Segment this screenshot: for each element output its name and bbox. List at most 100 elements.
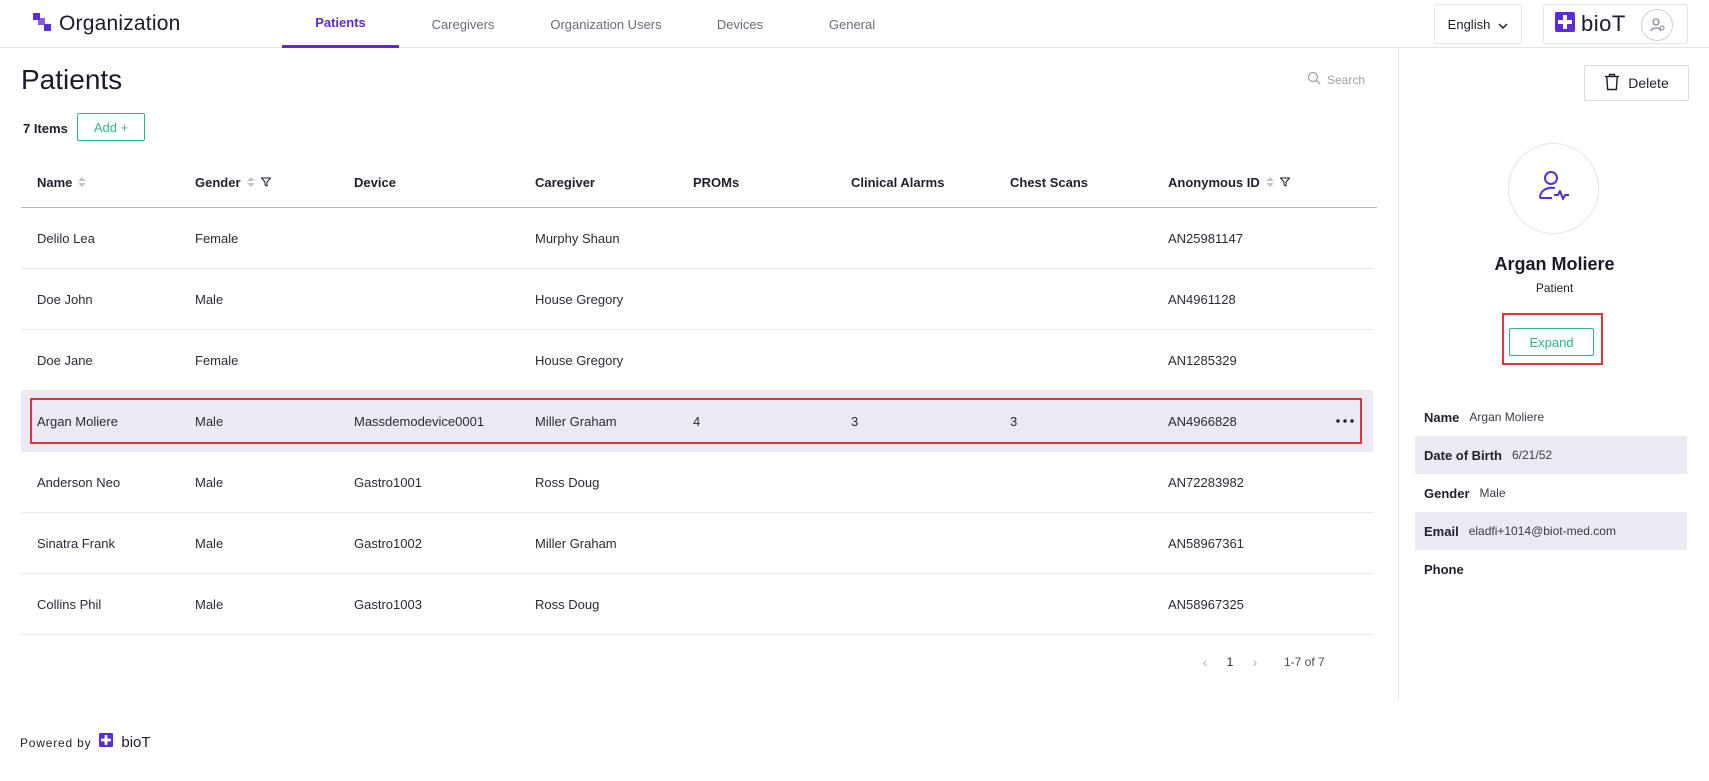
- table-row[interactable]: Doe Jane Female House Gregory AN1285329: [21, 330, 1373, 391]
- detail-label: Name: [1424, 409, 1460, 425]
- cell-caregiver: Ross Doug: [535, 474, 600, 490]
- avatar[interactable]: [1641, 9, 1673, 41]
- cell-anonymous-id: AN58967361: [1168, 535, 1244, 551]
- page-title: Patients: [21, 64, 123, 95]
- cell-name: Doe Jane: [37, 352, 93, 368]
- detail-label: Email: [1424, 523, 1459, 539]
- cell-caregiver: Ross Doug: [535, 596, 600, 612]
- table-row-selected[interactable]: Argan Moliere Male Massdemodevice0001 Mi…: [21, 391, 1373, 452]
- patient-name: Argan Moliere: [1494, 254, 1615, 274]
- column-label: Name: [37, 174, 73, 190]
- cell-anonymous-id: AN58967325: [1168, 596, 1244, 612]
- sort-icon[interactable]: [246, 177, 255, 187]
- patient-avatar: [1508, 143, 1599, 234]
- table-row[interactable]: Delilo Lea Female Murphy Shaun AN2598114…: [21, 208, 1373, 269]
- delete-label: Delete: [1628, 75, 1669, 91]
- tab-caregivers[interactable]: Caregivers: [399, 0, 527, 48]
- detail-value: eladfi+1014@biot-med.com: [1468, 524, 1616, 538]
- footer-logo-text: bioT: [121, 734, 151, 751]
- patient-details: Name Argan Moliere Date of Birth 6/21/52…: [1415, 398, 1687, 588]
- sort-icon[interactable]: [1265, 177, 1274, 187]
- cell-gender: Male: [195, 596, 224, 612]
- cell-caregiver: House Gregory: [535, 352, 624, 368]
- detail-row-phone: Phone: [1415, 550, 1687, 588]
- detail-label: Date of Birth: [1424, 447, 1502, 463]
- column-header-device[interactable]: Device: [354, 156, 396, 208]
- column-header-chest-scans[interactable]: Chest Scans: [1010, 156, 1088, 208]
- detail-row-date-of-birth: Date of Birth 6/21/52: [1415, 436, 1687, 474]
- brand: Organization: [33, 12, 180, 36]
- detail-label: Phone: [1424, 561, 1464, 577]
- patient-role: Patient: [1535, 281, 1574, 295]
- cell-gender: Female: [195, 352, 239, 368]
- main-content: Patients Search 7 Items Add + Name Gende…: [0, 49, 1398, 701]
- cell-anonymous-id: AN1285329: [1168, 352, 1237, 368]
- filter-icon[interactable]: [259, 175, 272, 190]
- user-menu[interactable]: bioT: [1543, 4, 1688, 44]
- biot-logo-icon: [99, 733, 114, 752]
- detail-label: Gender: [1424, 485, 1470, 501]
- table-row[interactable]: Collins Phil Male Gastro1003 Ross Doug A…: [21, 574, 1373, 635]
- table-body: Delilo Lea Female Murphy Shaun AN2598114…: [21, 208, 1377, 635]
- cell-anonymous-id: AN4961128: [1168, 291, 1236, 307]
- cell-clinical-alarms: 3: [851, 413, 859, 429]
- column-header-gender[interactable]: Gender: [195, 156, 272, 208]
- patient-icon: [1536, 168, 1572, 209]
- table-row[interactable]: Anderson Neo Male Gastro1001 Ross Doug A…: [21, 452, 1373, 513]
- tab-organization-users[interactable]: Organization Users: [527, 0, 685, 48]
- column-header-caregiver[interactable]: Caregiver: [535, 156, 595, 208]
- patient-detail-panel: Delete Argan Moliere Patient Expand Name…: [1398, 49, 1709, 701]
- biot-logo-text: bioT: [1581, 11, 1626, 36]
- top-bar: Organization Patients Caregivers Organiz…: [0, 0, 1709, 48]
- column-header-anonymous-id[interactable]: Anonymous ID: [1168, 156, 1291, 208]
- cell-caregiver: Miller Graham: [535, 413, 617, 429]
- cell-chest-scans: 3: [1010, 413, 1018, 429]
- column-header-proms[interactable]: PROMs: [693, 156, 739, 208]
- cell-name: Anderson Neo: [37, 474, 121, 490]
- search-input[interactable]: Search: [1307, 71, 1365, 88]
- page-number[interactable]: 1: [1220, 655, 1240, 669]
- table-row[interactable]: Sinatra Frank Male Gastro1002 Miller Gra…: [21, 513, 1373, 574]
- cell-gender: Female: [195, 230, 239, 246]
- detail-value: Argan Moliere: [1469, 410, 1545, 424]
- table-row[interactable]: Doe John Male House Gregory AN4961128: [21, 269, 1373, 330]
- chevron-left-icon[interactable]: ‹: [1190, 654, 1220, 670]
- footer: Powered by bioT: [20, 733, 151, 752]
- language-value: English: [1447, 16, 1491, 32]
- biot-logo-icon: [1555, 11, 1575, 37]
- tab-devices[interactable]: Devices: [685, 0, 795, 48]
- powered-by-text: Powered by: [20, 735, 92, 750]
- column-header-clinical-alarms[interactable]: Clinical Alarms: [851, 156, 944, 208]
- organization-logo-icon: [33, 12, 51, 36]
- ellipsis-icon[interactable]: [1333, 409, 1357, 433]
- cell-name: Sinatra Frank: [37, 535, 116, 551]
- patients-table: Name Gender Device Caregiver PROMs Clini…: [21, 156, 1377, 635]
- pagination: ‹ 1 › 1-7 of 7: [1190, 654, 1325, 670]
- filter-icon[interactable]: [1279, 175, 1291, 190]
- trash-icon: [1604, 73, 1620, 94]
- cell-gender: Male: [195, 474, 224, 490]
- cell-caregiver: House Gregory: [535, 291, 624, 307]
- items-count: 7 Items: [23, 121, 68, 136]
- sort-icon[interactable]: [78, 177, 87, 187]
- chevron-down-icon: [1498, 17, 1508, 32]
- main-nav: Patients Caregivers Organization Users D…: [282, 0, 909, 48]
- language-select[interactable]: English: [1434, 4, 1522, 44]
- detail-row-gender: Gender Male: [1415, 474, 1687, 512]
- delete-button[interactable]: Delete: [1584, 65, 1689, 101]
- tab-patients[interactable]: Patients: [282, 0, 399, 48]
- detail-row-name: Name Argan Moliere: [1415, 398, 1687, 436]
- add-button[interactable]: Add +: [77, 113, 145, 141]
- chevron-right-icon[interactable]: ›: [1240, 654, 1270, 670]
- cell-name: Delilo Lea: [37, 230, 95, 246]
- cell-gender: Male: [195, 413, 224, 429]
- cell-name: Doe John: [37, 291, 93, 307]
- tab-general[interactable]: General: [795, 0, 909, 48]
- column-header-name[interactable]: Name: [37, 156, 87, 208]
- cell-device: Gastro1002: [354, 535, 422, 551]
- expand-button[interactable]: Expand: [1509, 328, 1594, 356]
- column-label: Anonymous ID: [1168, 174, 1260, 190]
- detail-value: 6/21/52: [1512, 448, 1553, 462]
- detail-row-email: Email eladfi+1014@biot-med.com: [1415, 512, 1687, 550]
- table-header: Name Gender Device Caregiver PROMs Clini…: [21, 156, 1377, 208]
